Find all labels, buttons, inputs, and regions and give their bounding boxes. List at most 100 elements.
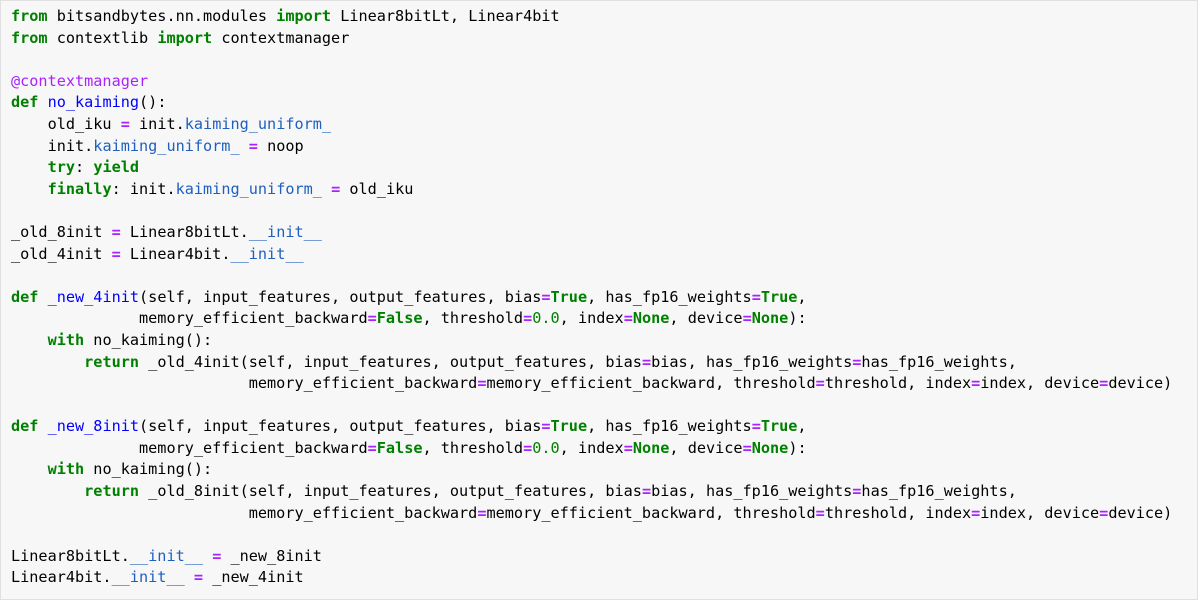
code-keyword: import [157, 28, 213, 47]
code-attribute: __init__ [129, 546, 204, 565]
code-text: _new_8init [221, 546, 322, 565]
code-line: memory_efficient_backward=False, thresho… [11, 308, 1197, 330]
code-text: , index [559, 438, 624, 457]
code-text: index, device [980, 374, 1100, 393]
code-operator: = [641, 352, 652, 371]
code-line: def _new_8init(self, input_features, out… [11, 416, 1197, 438]
code-line: from contextlib import contextmanager [11, 28, 1197, 50]
code-operator: = [1099, 503, 1109, 522]
code-text: _old_4init [11, 244, 112, 263]
code-operator: = [815, 374, 825, 393]
code-operator: = [367, 309, 377, 328]
code-text: memory_efficient_backward, threshold [486, 374, 816, 393]
code-text: Linear8bitLt. [11, 546, 130, 565]
code-operator: = [971, 503, 981, 522]
code-cell[interactable]: from bitsandbytes.nn.modules import Line… [0, 0, 1198, 600]
code-keyword: def [11, 417, 39, 436]
code-text: memory_efficient_backward, threshold [486, 503, 816, 522]
code-keyword: def [11, 287, 39, 306]
code-text: : [75, 158, 94, 177]
code-keyword: yield [93, 158, 140, 177]
code-keyword: from [11, 7, 48, 25]
code-line: @contextmanager [11, 71, 1197, 93]
code-line: memory_efficient_backward=False, thresho… [11, 438, 1197, 460]
code-operator: = [111, 222, 121, 241]
code-keyword: return [84, 482, 140, 501]
code-line: _old_4init = Linear4bit.__init__ [11, 244, 1197, 266]
code-text: threshold, index [824, 374, 972, 393]
code-text: , threshold [422, 309, 524, 328]
code-line: def _new_4init(self, input_features, out… [11, 287, 1197, 309]
code-operator: = [971, 374, 981, 393]
code-function-name: no_kaiming [47, 93, 140, 112]
code-text: init. [129, 114, 185, 133]
code-operator: = [751, 417, 761, 436]
code-keyword: finally [47, 179, 112, 198]
code-decorator: @contextmanager [11, 71, 149, 90]
code-text: , index [559, 309, 624, 328]
code-line: Linear4bit.__init__ = _new_4init [11, 567, 1197, 589]
code-text: _new_4init [203, 568, 304, 587]
code-text: old_iku [11, 114, 121, 133]
code-function-name: _new_8init [47, 417, 140, 436]
code-attribute: __init__ [111, 568, 185, 587]
code-text: _old_8init [11, 222, 112, 241]
code-line: finally: init.kaiming_uniform_ = old_iku [11, 179, 1197, 201]
code-line: return _old_8init(self, input_features, … [11, 481, 1197, 503]
code-text: , has_fp16_weights [587, 287, 752, 306]
code-operator: = [541, 417, 551, 436]
code-keyword: True [550, 287, 588, 306]
code-text: old_iku [340, 179, 414, 198]
code-line: memory_efficient_backward=memory_efficie… [11, 373, 1197, 395]
code-text: device) [1108, 503, 1173, 522]
code-operator: = [742, 438, 752, 457]
code-operator: = [742, 309, 752, 328]
code-keyword: with [47, 460, 85, 479]
code-text: Linear4bit. [120, 244, 231, 263]
code-attribute: kaiming_uniform_ [184, 114, 332, 133]
code-keyword: False [376, 309, 423, 328]
code-number: 0.0 [532, 438, 560, 457]
code-text: , [797, 417, 807, 436]
code-keyword: try [47, 158, 76, 177]
code-block[interactable]: from bitsandbytes.nn.modules import Line… [1, 1, 1197, 589]
code-operator: = [212, 546, 222, 565]
code-line: _old_8init = Linear8bitLt.__init__ [11, 222, 1197, 244]
code-operator: = [523, 309, 533, 328]
code-text: contextmanager [212, 28, 350, 47]
code-text: ): [788, 309, 807, 328]
code-text: bitsandbytes.nn.modules [47, 7, 277, 25]
code-operator: = [623, 438, 633, 457]
code-text: Linear4bit. [11, 568, 112, 587]
code-text: , has_fp16_weights [587, 417, 752, 436]
code-keyword: None [751, 438, 789, 457]
code-keyword: True [760, 417, 798, 436]
code-text: init. [11, 136, 94, 155]
code-keyword: True [760, 287, 798, 306]
code-operator: = [623, 309, 633, 328]
code-operator: = [367, 438, 377, 457]
code-text: noop [257, 136, 304, 155]
code-keyword: return [84, 352, 140, 371]
code-line: try: yield [11, 157, 1197, 179]
code-text: memory_efficient_backward [11, 503, 478, 522]
code-keyword: from [11, 28, 48, 47]
code-line: Linear8bitLt.__init__ = _new_8init [11, 546, 1197, 568]
code-text: contextlib [47, 28, 158, 47]
code-number: 0.0 [532, 309, 560, 328]
code-text: (self, input_features, output_features, … [139, 417, 542, 436]
code-operator: = [815, 503, 825, 522]
code-line: old_iku = init.kaiming_uniform_ [11, 114, 1197, 136]
